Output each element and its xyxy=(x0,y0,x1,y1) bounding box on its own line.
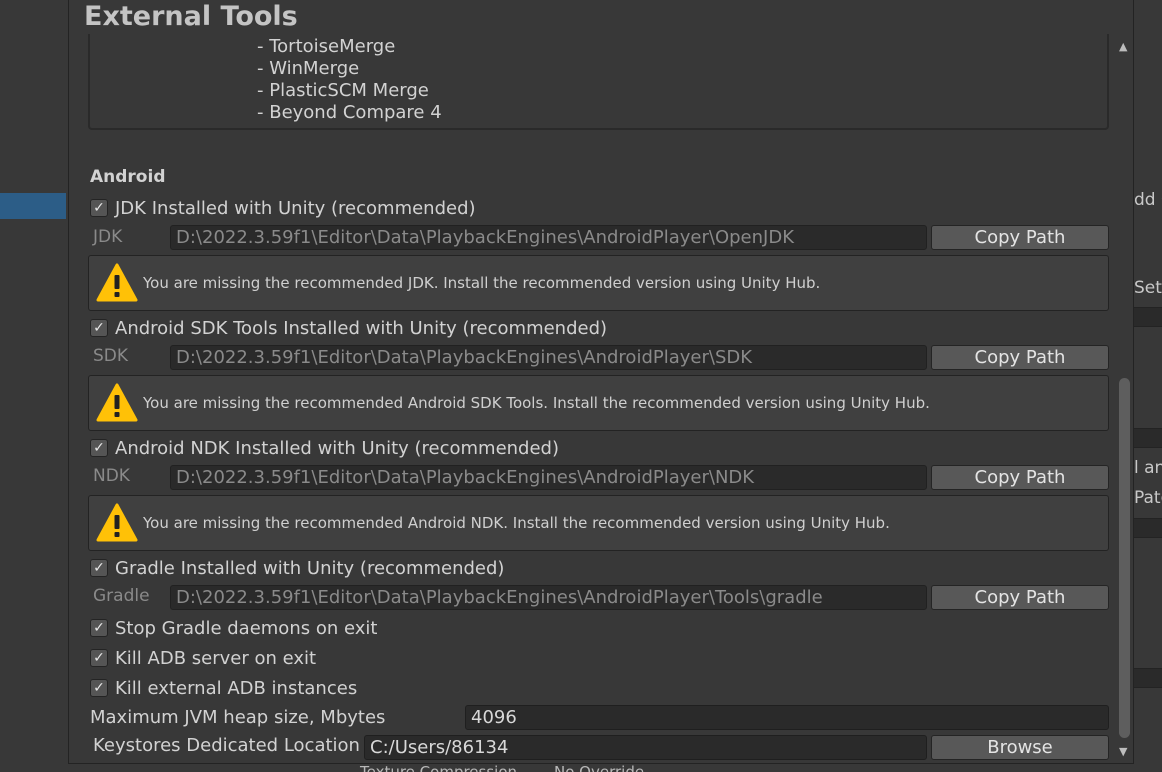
ndk-warning-box: You are missing the recommended Android … xyxy=(88,495,1109,551)
jdk-installed-checkbox[interactable]: ✓ xyxy=(90,199,108,217)
checkmark-icon: ✓ xyxy=(93,320,105,336)
sdk-installed-toggle[interactable]: ✓ Android SDK Tools Installed with Unity… xyxy=(90,317,608,339)
background-right-panel xyxy=(1134,0,1162,772)
gradle-installed-checkbox[interactable]: ✓ xyxy=(90,559,108,577)
gradle-installed-toggle[interactable]: ✓ Gradle Installed with Unity (recommend… xyxy=(90,557,505,579)
merge-tool-item: - WinMerge xyxy=(257,58,360,79)
ndk-warning-text: You are missing the recommended Android … xyxy=(143,514,890,532)
background-left-panel xyxy=(0,0,68,772)
merge-tool-item: - TortoiseMerge xyxy=(257,36,396,57)
max-jvm-heap-field[interactable]: 4096 xyxy=(465,705,1109,730)
warning-icon xyxy=(96,383,138,422)
keystores-location-label: Keystores Dedicated Location xyxy=(93,735,360,756)
jdk-installed-toggle[interactable]: ✓ JDK Installed with Unity (recommended) xyxy=(90,197,476,219)
checkmark-icon: ✓ xyxy=(93,680,105,696)
background-field xyxy=(1134,518,1162,538)
sdk-warning-box: You are missing the recommended Android … xyxy=(88,375,1109,431)
background-dropdown: No Override xyxy=(554,763,645,772)
kill-external-adb-toggle[interactable]: ✓ Kill external ADB instances xyxy=(90,677,358,699)
jdk-warning-box: You are missing the recommended JDK. Ins… xyxy=(88,255,1109,311)
page-title: External Tools xyxy=(84,1,298,32)
ndk-copy-path-button[interactable]: Copy Path xyxy=(931,465,1109,490)
warning-icon xyxy=(96,263,138,302)
sdk-field-label: SDK xyxy=(93,346,129,366)
background-field xyxy=(1134,307,1162,327)
sdk-installed-checkbox[interactable]: ✓ xyxy=(90,319,108,337)
ndk-installed-toggle[interactable]: ✓ Android NDK Installed with Unity (reco… xyxy=(90,437,560,459)
kill-adb-server-checkbox[interactable]: ✓ xyxy=(90,649,108,667)
arrow-up-icon[interactable]: ▲ xyxy=(1119,40,1127,53)
jdk-installed-label: JDK Installed with Unity (recommended) xyxy=(115,197,476,219)
stop-gradle-daemons-label: Stop Gradle daemons on exit xyxy=(115,617,378,639)
sdk-warning-text: You are missing the recommended Android … xyxy=(143,394,930,412)
gradle-path-field: D:\2022.3.59f1\Editor\Data\PlaybackEngin… xyxy=(170,585,927,610)
sdk-path-field: D:\2022.3.59f1\Editor\Data\PlaybackEngin… xyxy=(170,345,927,370)
stop-gradle-daemons-checkbox[interactable]: ✓ xyxy=(90,619,108,637)
keystores-browse-button[interactable]: Browse xyxy=(931,735,1109,760)
kill-external-adb-checkbox[interactable]: ✓ xyxy=(90,679,108,697)
android-section-header: Android xyxy=(90,167,166,187)
checkmark-icon: ✓ xyxy=(93,440,105,456)
keystores-location-field[interactable]: C:/Users/86134 xyxy=(364,735,927,760)
kill-external-adb-label: Kill external ADB instances xyxy=(115,677,358,699)
ndk-installed-label: Android NDK Installed with Unity (recomm… xyxy=(115,437,560,459)
preferences-category-selected[interactable] xyxy=(0,193,66,219)
stop-gradle-daemons-toggle[interactable]: ✓ Stop Gradle daemons on exit xyxy=(90,617,378,639)
checkmark-icon: ✓ xyxy=(93,650,105,666)
jdk-path-field: D:\2022.3.59f1\Editor\Data\PlaybackEngin… xyxy=(170,225,927,250)
background-fragment: Pate xyxy=(1134,488,1162,508)
checkmark-icon: ✓ xyxy=(93,560,105,576)
gradle-installed-label: Gradle Installed with Unity (recommended… xyxy=(115,557,505,579)
background-fragment: l an xyxy=(1134,458,1162,478)
merge-tool-item: - Beyond Compare 4 xyxy=(257,102,442,123)
checkmark-icon: ✓ xyxy=(93,200,105,216)
background-fragment: dd G xyxy=(1134,190,1162,210)
arrow-down-icon[interactable]: ▼ xyxy=(1119,745,1127,758)
checkmark-icon: ✓ xyxy=(93,620,105,636)
ndk-field-label: NDK xyxy=(93,466,130,486)
background-fragment: Sett xyxy=(1134,278,1162,298)
sdk-copy-path-button[interactable]: Copy Path xyxy=(931,345,1109,370)
jdk-copy-path-button[interactable]: Copy Path xyxy=(931,225,1109,250)
background-field xyxy=(1134,428,1162,448)
merge-tool-item: - PlasticSCM Merge xyxy=(257,80,429,101)
kill-adb-server-toggle[interactable]: ✓ Kill ADB server on exit xyxy=(90,647,317,669)
ndk-installed-checkbox[interactable]: ✓ xyxy=(90,439,108,457)
max-jvm-heap-label: Maximum JVM heap size, Mbytes xyxy=(90,707,386,728)
merge-tools-help-box: - TortoiseMerge - WinMerge - PlasticSCM … xyxy=(88,34,1109,130)
gradle-copy-path-button[interactable]: Copy Path xyxy=(931,585,1109,610)
kill-adb-server-label: Kill ADB server on exit xyxy=(115,647,317,669)
background-label: Texture Compression xyxy=(360,763,518,772)
sdk-installed-label: Android SDK Tools Installed with Unity (… xyxy=(115,317,608,339)
warning-icon xyxy=(96,503,138,542)
jdk-field-label: JDK xyxy=(93,227,123,247)
background-field xyxy=(1134,668,1162,688)
ndk-path-field: D:\2022.3.59f1\Editor\Data\PlaybackEngin… xyxy=(170,465,927,490)
external-tools-window: External Tools - TortoiseMerge - WinMerg… xyxy=(68,0,1134,764)
scrollbar-thumb[interactable] xyxy=(1119,378,1130,738)
jdk-warning-text: You are missing the recommended JDK. Ins… xyxy=(143,274,821,292)
gradle-field-label: Gradle xyxy=(93,586,150,606)
